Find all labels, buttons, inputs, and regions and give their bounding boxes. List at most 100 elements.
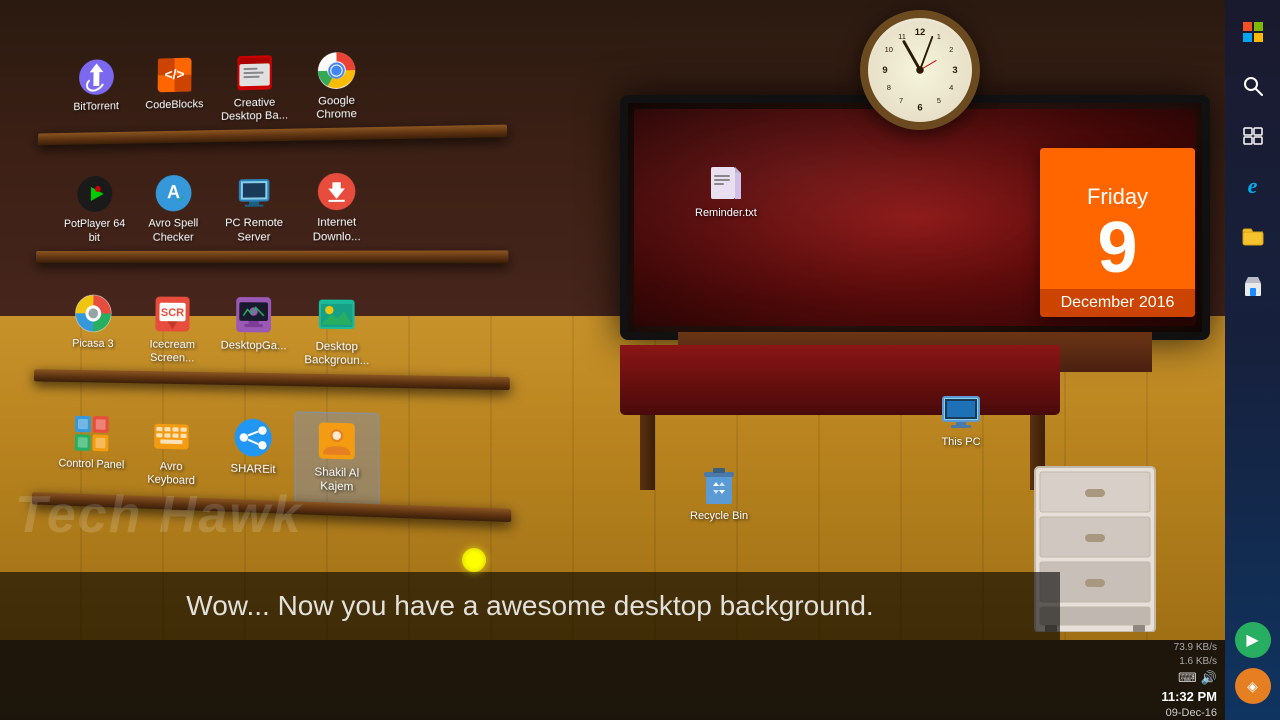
- internet-download-icon: [316, 171, 358, 213]
- reminder-file-icon: [707, 165, 745, 203]
- store-icon: [1243, 275, 1263, 297]
- recycle-bin-file-icon: [698, 464, 740, 506]
- control-panel-label: Control Panel: [58, 457, 124, 473]
- codeblocks-icon: </>: [155, 55, 195, 96]
- creative-desktop-icon: [234, 52, 275, 93]
- icecream-label: Icecream Screen...: [136, 338, 209, 366]
- this-pc-file-icon: [940, 390, 982, 432]
- calendar-header: [1040, 148, 1195, 179]
- clock-face: 12 3 6 9 1 2 4 5 7 8 10 11: [860, 10, 980, 130]
- shelf-3d: BitTorrent </> CodeBlocks: [52, 39, 501, 514]
- avro-keyboard-icon: [151, 415, 192, 458]
- play-icon: ▶: [1246, 630, 1258, 650]
- svg-text:2: 2: [949, 45, 953, 54]
- control-panel-icon: [72, 413, 112, 455]
- svg-text:6: 6: [917, 103, 922, 114]
- mouse-cursor: [462, 548, 486, 572]
- pc-remote-label: PC Remote Server: [217, 217, 291, 244]
- shelf-row-1: BitTorrent </> CodeBlocks: [57, 39, 496, 139]
- desktop-bg-icon: [316, 294, 358, 336]
- icon-shakil[interactable]: Shakil Al Kajem: [295, 411, 380, 510]
- time-display: 11:32 PM: [1161, 689, 1217, 704]
- clock-widget: 12 3 6 9 1 2 4 5 7 8 10 11: [860, 10, 990, 140]
- ie-icon: e: [1248, 173, 1258, 199]
- svg-text:4: 4: [949, 83, 953, 92]
- picasa-label: Picasa 3: [72, 337, 114, 351]
- volume-icon: 🔊: [1201, 670, 1217, 686]
- icon-codeblocks[interactable]: </> CodeBlocks: [135, 48, 215, 138]
- svg-text:1: 1: [937, 32, 941, 41]
- svg-text:9: 9: [882, 65, 887, 76]
- avro-spell-label: Avro Spell Checker: [137, 218, 209, 245]
- shelf-plank-2: [36, 250, 509, 263]
- shakil-icon: [316, 419, 358, 463]
- ie-button[interactable]: e: [1229, 162, 1277, 210]
- shelf-row-3: Picasa 3 SCR Icecream Screen...: [53, 287, 498, 384]
- icon-google-chrome[interactable]: Google Chrome: [295, 43, 378, 135]
- bittorrent-label: BitTorrent: [73, 100, 119, 114]
- windows-sidebar: e ▶ ◈: [1225, 0, 1280, 720]
- picasa-icon: [73, 293, 113, 334]
- icon-desktop-bg[interactable]: Desktop Backgroun...: [295, 288, 379, 382]
- file-explorer-button[interactable]: [1229, 212, 1277, 260]
- start-button[interactable]: [1229, 8, 1277, 56]
- search-button[interactable]: [1229, 62, 1277, 110]
- potplayer-label: PotPlayer 64 bit: [59, 218, 129, 245]
- task-view-icon: [1243, 127, 1263, 145]
- task-view-button[interactable]: [1229, 112, 1277, 160]
- icon-creative-desktop[interactable]: Creative Desktop Ba...: [214, 45, 295, 136]
- potplayer-icon: [75, 174, 114, 214]
- svg-text:8: 8: [887, 83, 891, 92]
- windows-logo-icon: [1242, 21, 1264, 43]
- internet-download-label: Internet Downlo...: [299, 217, 374, 245]
- icon-avro-spell[interactable]: A ✓ Avro Spell Checker: [133, 167, 213, 257]
- svg-text:12: 12: [915, 27, 926, 38]
- reminder-label: Reminder.txt: [695, 207, 757, 219]
- recycle-bin-label: Recycle Bin: [690, 510, 748, 522]
- creative-desktop-label: Creative Desktop Ba...: [218, 96, 291, 124]
- system-tray: 73.9 KB/s 1.6 KB/s ⌨ 🔊 11:32 PM 09-Dec-1…: [1060, 640, 1225, 720]
- icon-potplayer[interactable]: PotPlayer 64 bit: [55, 168, 134, 257]
- shelf-row-2: PotPlayer 64 bit A ✓ Avro Spell Checker: [55, 163, 497, 257]
- orange-button[interactable]: ◈: [1235, 668, 1271, 704]
- store-button[interactable]: [1229, 262, 1277, 310]
- orange-icon: ◈: [1247, 678, 1258, 695]
- play-button[interactable]: ▶: [1235, 622, 1271, 658]
- date-display: 09-Dec-16: [1166, 707, 1217, 719]
- recycle-bin-icon[interactable]: Recycle Bin: [690, 464, 748, 522]
- shelf-container: BitTorrent </> CodeBlocks: [55, 50, 485, 470]
- desktopga-label: DesktopGa...: [221, 339, 287, 354]
- icon-icecream[interactable]: SCR Icecream Screen...: [132, 287, 213, 378]
- google-chrome-icon: [316, 50, 357, 92]
- this-pc-icon[interactable]: This PC: [940, 390, 982, 448]
- calendar-widget: Friday 9 December 2016: [1040, 148, 1195, 317]
- desktopga-icon: [233, 294, 274, 336]
- icon-internet-download[interactable]: Internet Downlo...: [295, 165, 379, 257]
- svg-text:7: 7: [899, 96, 903, 105]
- reminder-icon[interactable]: Reminder.txt: [695, 165, 757, 219]
- desktop-bg-label: Desktop Backgroun...: [299, 340, 375, 369]
- desk-leg-left: [640, 410, 655, 490]
- subtitle-text: Wow... Now you have a awesome desktop ba…: [186, 590, 873, 621]
- search-icon: [1243, 76, 1263, 96]
- icecream-icon: SCR: [152, 293, 192, 334]
- watermark: Tech Hawk: [15, 485, 303, 545]
- net-speed-up: 73.9 KB/s: [1174, 642, 1217, 653]
- net-speed-down-value: 1.6 KB/s: [1179, 656, 1217, 667]
- taskbar: [0, 640, 1060, 720]
- svg-text:11: 11: [898, 32, 906, 41]
- codeblocks-label: CodeBlocks: [145, 98, 203, 112]
- shareit-label: SHAREit: [231, 462, 276, 477]
- calendar-date-number: 9: [1040, 212, 1195, 289]
- keyboard-icon: ⌨: [1178, 670, 1197, 686]
- file-explorer-icon: [1242, 226, 1264, 246]
- icon-desktopga[interactable]: DesktopGa...: [212, 287, 295, 380]
- avro-spell-icon: A ✓: [153, 173, 193, 214]
- svg-text:</>: </>: [165, 66, 185, 82]
- svg-text:3: 3: [952, 65, 957, 76]
- net-speed-up-value: 73.9 KB/s: [1174, 642, 1217, 653]
- icon-bittorrent[interactable]: BitTorrent: [57, 50, 135, 139]
- icon-pc-remote[interactable]: PC Remote Server: [213, 166, 295, 257]
- pc-remote-icon: [234, 172, 275, 213]
- icon-picasa[interactable]: Picasa 3: [53, 287, 133, 377]
